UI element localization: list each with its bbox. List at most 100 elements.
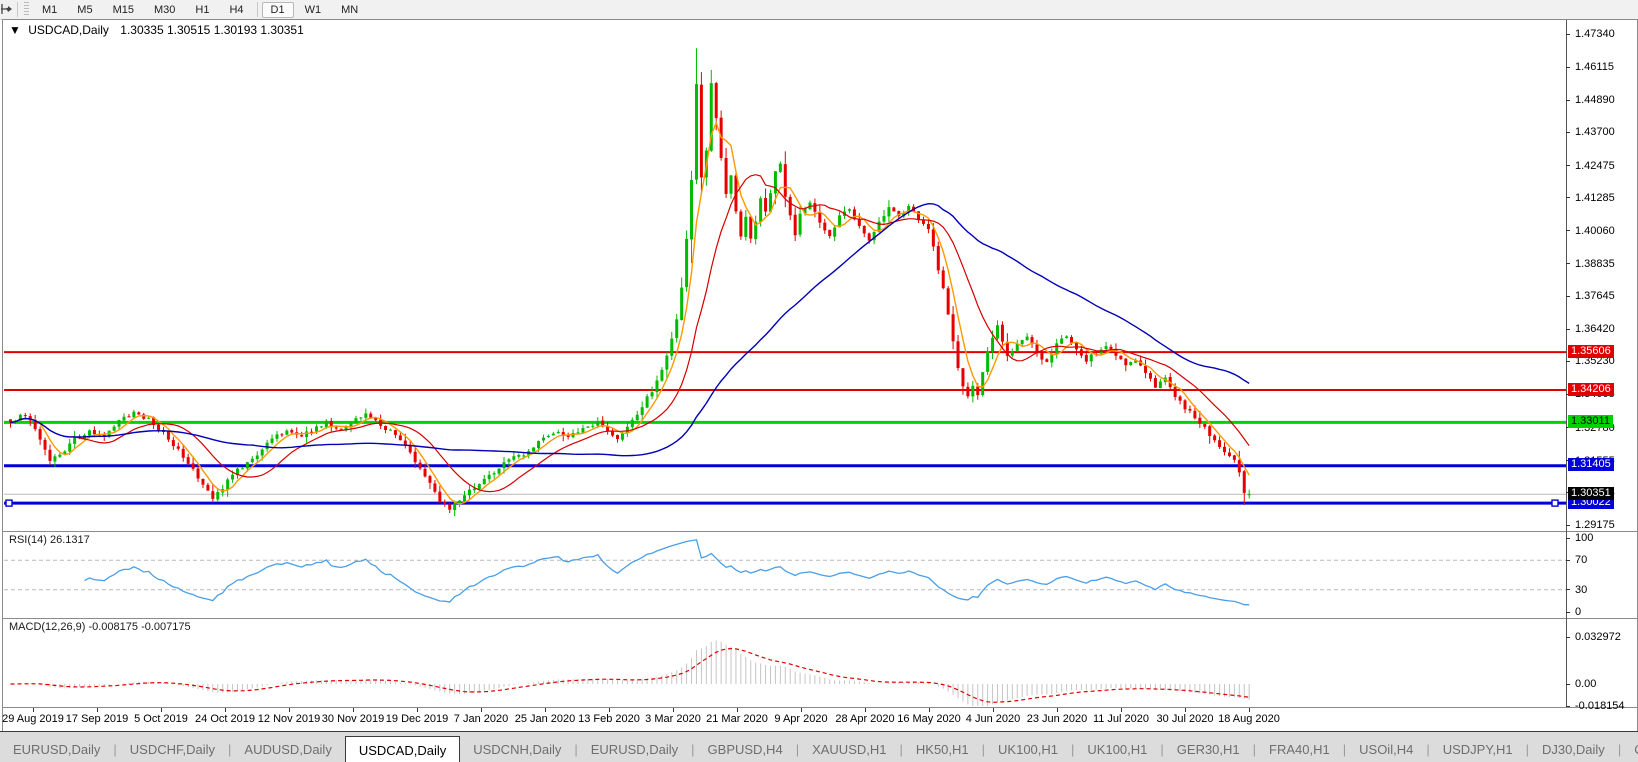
candle-body xyxy=(492,473,496,475)
date-axis-label: 28 Apr 2020 xyxy=(835,713,895,725)
candle-body xyxy=(1020,340,1024,345)
price-axis-label: 1.47340 xyxy=(1575,28,1615,40)
candle-body xyxy=(976,386,980,396)
price-axis-label: 1.29175 xyxy=(1575,519,1615,531)
chart-tab-gbpusd-h4[interactable]: GBPUSD,H4 xyxy=(695,738,796,762)
macd-pane[interactable] xyxy=(4,619,1566,707)
timeframe-button-h4[interactable]: H4 xyxy=(220,2,252,18)
candle-body xyxy=(196,468,200,479)
date-axis-tick xyxy=(929,708,930,712)
price-axis-tick xyxy=(1566,360,1570,362)
chart-tab-uk100-h1[interactable]: UK100,H1 xyxy=(985,738,1071,762)
macd-signal-line xyxy=(10,647,1250,703)
rsi-pane[interactable] xyxy=(4,532,1566,618)
candle-body xyxy=(517,455,521,457)
chart-tab-fra40-h1[interactable]: FRA40,H1 xyxy=(1256,738,1343,762)
chart-tab-china300-h1[interactable]: CHINA300,H1 xyxy=(1621,738,1638,762)
candle-body xyxy=(1025,336,1029,340)
rsi-axis-label: 100 xyxy=(1575,532,1594,544)
candle-body xyxy=(398,435,402,441)
candle-body xyxy=(813,203,817,212)
candle-body xyxy=(507,459,511,462)
chart-tab-xauusd-h1[interactable]: XAUUSD,H1 xyxy=(799,738,899,762)
chart-ohlc-values: 1.30335 1.30515 1.30193 1.30351 xyxy=(120,23,304,37)
candle-body xyxy=(620,433,624,440)
candle-body xyxy=(1129,362,1133,366)
mt4-terminal: ▾ M1M5M15M30H1H4 D1W1MN ▼ USDCAD,Daily 1.… xyxy=(0,0,1638,762)
timeframe-button-d1[interactable]: D1 xyxy=(261,1,294,18)
candle-body xyxy=(181,448,185,458)
chart-tab-audusd-daily[interactable]: AUDUSD,Daily xyxy=(231,738,344,762)
price-level-badge[interactable]: 1.33011 xyxy=(1568,414,1613,428)
rsi-axis-label: 0 xyxy=(1575,606,1582,618)
candle-body xyxy=(793,214,797,236)
chart-tab-eurusd-daily[interactable]: EURUSD,Daily xyxy=(578,738,691,762)
timeframe-button-m15[interactable]: M15 xyxy=(104,2,143,18)
timeframe-button-mn[interactable]: MN xyxy=(332,2,367,18)
price-axis-tick xyxy=(1566,524,1570,526)
candle-body xyxy=(867,233,871,241)
cursor-tool-icon[interactable]: ▾ xyxy=(0,1,14,18)
rsi-label: RSI(14) 26.1317 xyxy=(9,534,90,546)
chart-tab-usdcad-daily[interactable]: USDCAD,Daily xyxy=(344,736,461,762)
timeframe-button-w1[interactable]: W1 xyxy=(296,2,331,18)
toolbar-separator xyxy=(256,1,258,17)
candle-body xyxy=(986,351,990,372)
candle-body xyxy=(92,430,96,435)
chart-tab-uk100-h1[interactable]: UK100,H1 xyxy=(1074,738,1160,762)
toolbar-grip[interactable] xyxy=(24,2,30,17)
candle-body xyxy=(270,438,274,443)
line-handle[interactable] xyxy=(1551,499,1559,507)
candle-body xyxy=(467,489,471,496)
candle-body xyxy=(1010,350,1014,356)
price-axis-tick xyxy=(1566,295,1570,297)
price-axis-tick xyxy=(1566,328,1570,330)
candle-body xyxy=(586,426,590,428)
date-axis-label: 12 Nov 2019 xyxy=(257,713,321,725)
date-axis-tick xyxy=(737,708,738,712)
chart-tab-hk50-h1[interactable]: HK50,H1 xyxy=(903,738,982,762)
line-handle[interactable] xyxy=(5,499,13,507)
price-pane[interactable] xyxy=(4,21,1566,531)
candle-body xyxy=(1040,352,1044,360)
timeframe-button-m5[interactable]: M5 xyxy=(68,2,101,18)
price-level-badge[interactable]: 1.31405 xyxy=(1568,458,1614,472)
price-axis-tick xyxy=(1566,131,1570,133)
date-axis-tick xyxy=(417,708,418,712)
timeframe-button-h1[interactable]: H1 xyxy=(186,2,218,18)
chart-tab-usoil-h4[interactable]: USOil,H4 xyxy=(1346,738,1426,762)
candle-body xyxy=(971,385,975,397)
candle-body xyxy=(1119,355,1123,360)
candle-body xyxy=(1060,338,1064,344)
chart-symbol-label: USDCAD,Daily xyxy=(28,23,109,37)
candle-body xyxy=(1158,381,1162,389)
timeframe-button-m30[interactable]: M30 xyxy=(145,2,184,18)
candle-body xyxy=(833,227,837,237)
candle-body xyxy=(847,209,851,211)
chart-tab-dj30-daily[interactable]: DJ30,Daily xyxy=(1529,738,1618,762)
date-axis-label: 9 Apr 2020 xyxy=(774,713,828,725)
date-axis[interactable]: 29 Aug 2019 17 Sep 2019 5 Oct 2019 24 Oct 2… xyxy=(2,708,1637,731)
candle-body xyxy=(339,428,343,430)
candle-body xyxy=(1050,354,1054,363)
candle-body xyxy=(541,437,545,441)
timeframe-button-m1[interactable]: M1 xyxy=(33,2,66,18)
candle-body xyxy=(38,429,42,440)
chart-tab-usdjpy-h1[interactable]: USDJPY,H1 xyxy=(1430,738,1526,762)
candle-body xyxy=(778,163,782,172)
candle-body xyxy=(966,386,970,397)
price-level-badge[interactable]: 1.35606 xyxy=(1568,344,1614,358)
candle-body xyxy=(675,319,679,339)
macd-axis-label: 0.00 xyxy=(1575,678,1597,690)
chart-tab-eurusd-daily[interactable]: EURUSD,Daily xyxy=(0,738,113,762)
chart-tab-ger30-h1[interactable]: GER30,H1 xyxy=(1164,738,1253,762)
chart-tab-usdchf-daily[interactable]: USDCHF,Daily xyxy=(117,738,228,762)
price-level-badge[interactable]: 1.34206 xyxy=(1568,382,1614,396)
candle-body xyxy=(532,447,536,452)
candle-body xyxy=(1173,386,1177,397)
chart-tab-usdcnh-daily[interactable]: USDCNH,Daily xyxy=(460,738,574,762)
candle-body xyxy=(1208,426,1212,436)
date-axis-label: 3 Mar 2020 xyxy=(645,713,701,725)
collapse-triangle-icon[interactable]: ▼ xyxy=(9,23,21,37)
date-axis-label: 17 Sep 2019 xyxy=(65,713,129,725)
